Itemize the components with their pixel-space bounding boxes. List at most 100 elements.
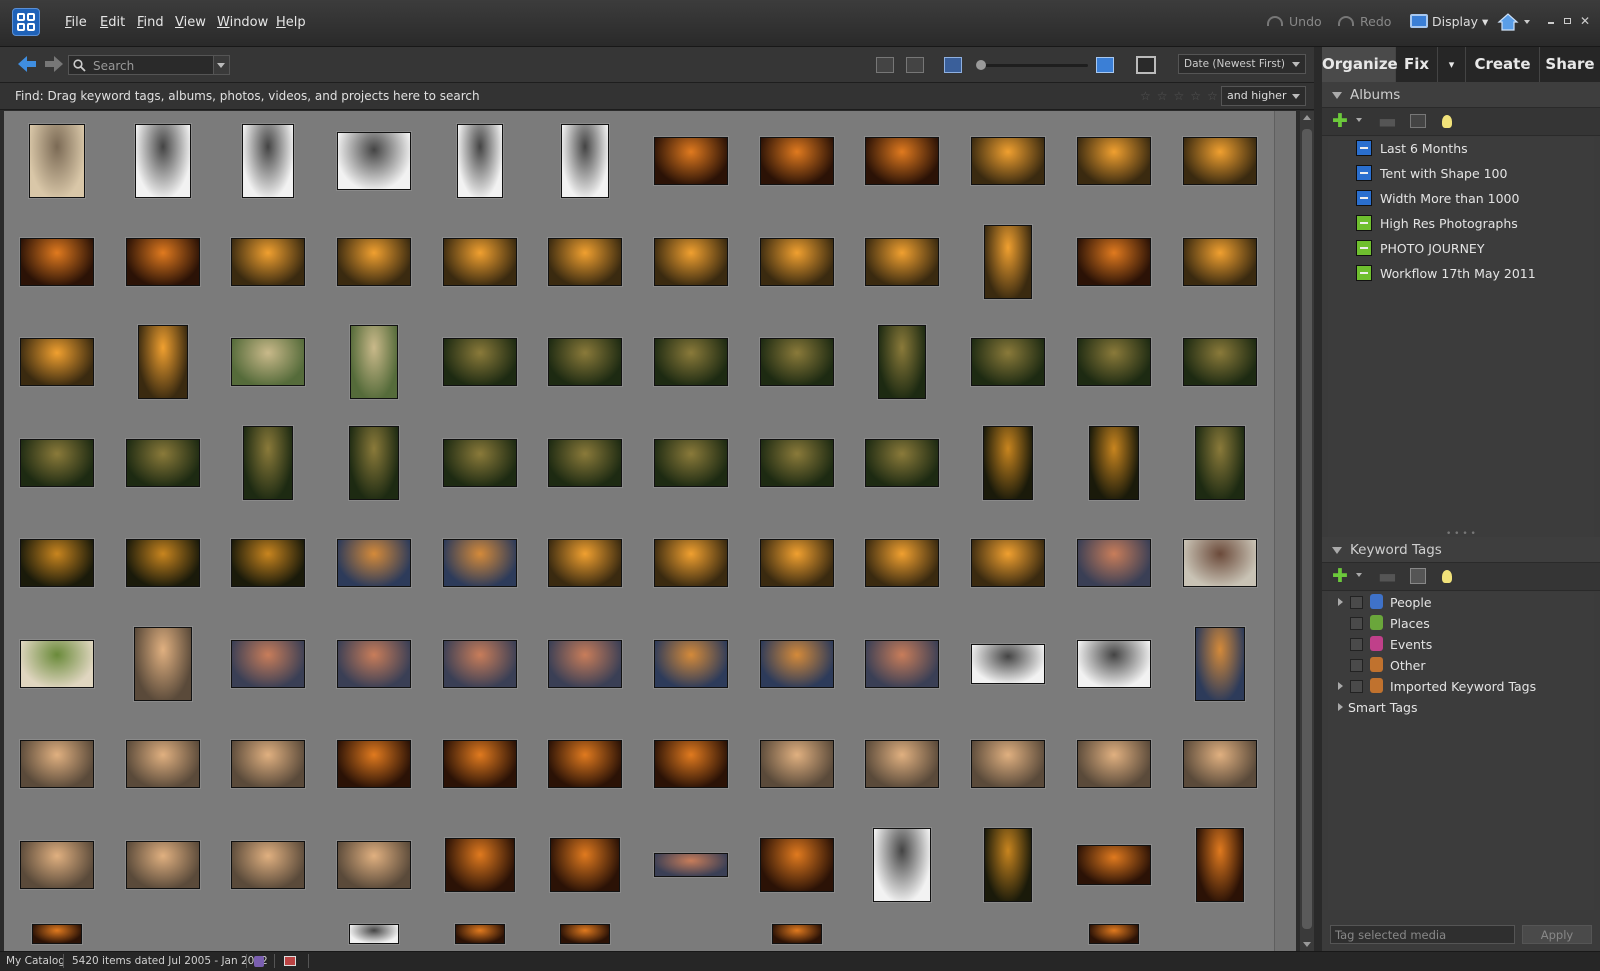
photo-thumbnail[interactable] xyxy=(19,338,94,387)
photo-thumbnail[interactable] xyxy=(654,237,729,286)
display-button[interactable]: Display ▾ xyxy=(1432,14,1488,29)
media-cell[interactable] xyxy=(638,915,747,951)
media-cell[interactable] xyxy=(849,814,958,917)
photo-thumbnail[interactable] xyxy=(759,338,834,387)
media-cell[interactable] xyxy=(955,211,1064,314)
menu-view[interactable]: View xyxy=(175,15,206,30)
media-cell[interactable] xyxy=(426,211,535,314)
keyword-checkbox[interactable] xyxy=(1350,617,1363,630)
keyword-tags-header[interactable]: Keyword Tags xyxy=(1322,537,1600,563)
panel-splitter[interactable] xyxy=(1314,47,1322,951)
media-cell[interactable] xyxy=(1061,312,1169,414)
photo-thumbnail[interactable] xyxy=(19,539,94,588)
photo-thumbnail[interactable] xyxy=(1076,237,1151,286)
photo-thumbnail[interactable] xyxy=(1182,338,1257,387)
photo-thumbnail[interactable] xyxy=(771,924,822,944)
photo-thumbnail[interactable] xyxy=(125,539,200,588)
photo-thumbnail[interactable] xyxy=(759,740,834,789)
media-cell[interactable] xyxy=(426,915,535,951)
media-cell[interactable] xyxy=(532,915,641,951)
media-cell[interactable] xyxy=(215,714,324,816)
media-cell[interactable] xyxy=(1166,312,1275,414)
media-cell[interactable] xyxy=(1061,915,1169,951)
photo-thumbnail[interactable] xyxy=(231,338,306,387)
media-cell[interactable] xyxy=(1166,111,1275,213)
media-cell[interactable] xyxy=(215,111,324,213)
photo-thumbnail[interactable] xyxy=(125,438,200,487)
photo-thumbnail[interactable] xyxy=(759,837,834,892)
album-item[interactable]: High Res Photographs xyxy=(1328,212,1594,237)
media-cell[interactable] xyxy=(849,613,958,716)
photo-thumbnail[interactable] xyxy=(984,224,1033,299)
media-cell[interactable] xyxy=(743,915,852,951)
photo-thumbnail[interactable] xyxy=(759,639,834,688)
media-cell[interactable] xyxy=(849,714,958,816)
album-item[interactable]: Width More than 1000 xyxy=(1328,187,1594,212)
photo-thumbnail[interactable] xyxy=(348,425,399,500)
media-cell[interactable] xyxy=(1166,714,1275,816)
photo-thumbnail[interactable] xyxy=(456,124,503,199)
media-cell[interactable] xyxy=(109,211,218,314)
tab-create[interactable]: Create xyxy=(1466,47,1540,82)
photo-thumbnail[interactable] xyxy=(19,639,94,688)
photo-thumbnail[interactable] xyxy=(336,237,411,286)
media-cell[interactable] xyxy=(1061,211,1169,314)
rating-filter-select[interactable]: and higher xyxy=(1221,86,1306,106)
photo-thumbnail[interactable] xyxy=(865,137,940,186)
media-cell[interactable] xyxy=(1166,814,1275,917)
minimize-icon[interactable] xyxy=(1548,22,1554,24)
media-cell[interactable] xyxy=(4,111,112,213)
photo-thumbnail[interactable] xyxy=(242,124,295,199)
keyword-checkbox[interactable] xyxy=(1350,638,1363,651)
photo-thumbnail[interactable] xyxy=(654,539,729,588)
media-cell[interactable] xyxy=(109,714,218,816)
media-cell[interactable] xyxy=(1061,613,1169,716)
search-dropdown-button[interactable] xyxy=(213,56,229,74)
photo-thumbnail[interactable] xyxy=(548,237,623,286)
photo-thumbnail[interactable] xyxy=(759,137,834,186)
photo-thumbnail[interactable] xyxy=(137,325,188,400)
photo-thumbnail[interactable] xyxy=(759,539,834,588)
redo-icon[interactable] xyxy=(1338,16,1354,26)
apply-button[interactable]: Apply xyxy=(1522,925,1592,944)
photo-thumbnail[interactable] xyxy=(336,740,411,789)
media-cell[interactable] xyxy=(743,111,852,213)
photo-thumbnail[interactable] xyxy=(19,840,94,889)
photo-thumbnail[interactable] xyxy=(1076,539,1151,588)
keyword-checkbox[interactable] xyxy=(1350,680,1363,693)
media-cell[interactable] xyxy=(955,714,1064,816)
media-cell[interactable] xyxy=(4,714,112,816)
photo-thumbnail[interactable] xyxy=(560,924,611,944)
media-cell[interactable] xyxy=(849,412,958,515)
photo-thumbnail[interactable] xyxy=(19,438,94,487)
photo-thumbnail[interactable] xyxy=(878,325,927,400)
photo-thumbnail[interactable] xyxy=(336,132,411,191)
photo-thumbnail[interactable] xyxy=(125,237,200,286)
media-cell[interactable] xyxy=(1166,513,1275,615)
photo-thumbnail[interactable] xyxy=(865,740,940,789)
media-cell[interactable] xyxy=(426,111,535,213)
photo-thumbnail[interactable] xyxy=(336,639,411,688)
photo-thumbnail[interactable] xyxy=(971,539,1046,588)
photo-thumbnail[interactable] xyxy=(865,639,940,688)
media-cell[interactable] xyxy=(4,915,112,951)
media-cell[interactable] xyxy=(215,513,324,615)
home-icon[interactable] xyxy=(1497,12,1519,32)
media-cell[interactable] xyxy=(638,211,747,314)
photo-thumbnail[interactable] xyxy=(865,438,940,487)
photo-thumbnail[interactable] xyxy=(548,639,623,688)
media-cell[interactable] xyxy=(743,312,852,414)
photo-thumbnail[interactable] xyxy=(1076,740,1151,789)
edit-album-icon[interactable] xyxy=(1410,114,1426,128)
media-cell[interactable] xyxy=(849,111,958,213)
photo-thumbnail[interactable] xyxy=(1088,425,1139,500)
menu-file[interactable]: File xyxy=(65,15,87,30)
albums-header[interactable]: Albums xyxy=(1322,82,1600,108)
photo-thumbnail[interactable] xyxy=(971,740,1046,789)
keyword-item[interactable]: Places xyxy=(1328,613,1594,634)
media-cell[interactable] xyxy=(4,412,112,515)
photo-thumbnail[interactable] xyxy=(231,237,306,286)
photo-thumbnail[interactable] xyxy=(442,539,517,588)
photo-thumbnail[interactable] xyxy=(231,639,306,688)
media-cell[interactable] xyxy=(109,312,218,414)
